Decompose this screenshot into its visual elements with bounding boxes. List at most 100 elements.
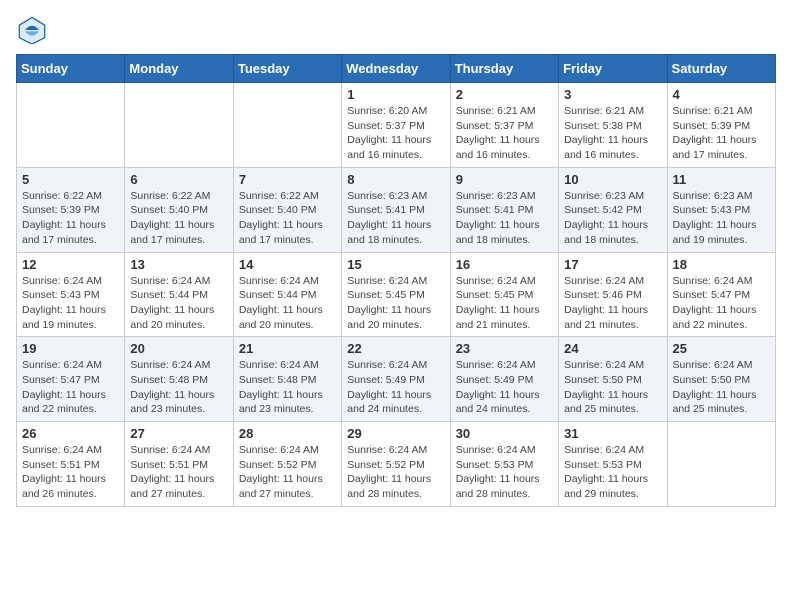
calendar-week-row: 12 Sunrise: 6:24 AM Sunset: 5:43 PM Dayli… <box>17 252 776 337</box>
calendar-day-23: 23 Sunrise: 6:24 AM Sunset: 5:49 PM Dayli… <box>450 337 558 422</box>
calendar-day-26: 26 Sunrise: 6:24 AM Sunset: 5:51 PM Dayli… <box>17 422 125 507</box>
day-info: Sunrise: 6:24 AM Sunset: 5:53 PM Dayligh… <box>456 443 553 502</box>
calendar-day-31: 31Sunrise: 6:24 AM Sunset: 5:53 PM Dayli… <box>559 422 667 507</box>
day-header-tuesday: Tuesday <box>233 55 341 83</box>
day-info: Sunrise: 6:24 AM Sunset: 5:49 PM Dayligh… <box>456 358 553 417</box>
calendar-day-29: 29 Sunrise: 6:24 AM Sunset: 5:52 PM Dayli… <box>342 422 450 507</box>
day-number: 8 <box>347 172 444 187</box>
day-header-thursday: Thursday <box>450 55 558 83</box>
calendar-day-18: 18 Sunrise: 6:24 AM Sunset: 5:47 PM Dayli… <box>667 252 775 337</box>
day-number: 20 <box>130 341 227 356</box>
calendar-table: SundayMondayTuesdayWednesdayThursdayFrid… <box>16 54 776 507</box>
day-header-friday: Friday <box>559 55 667 83</box>
day-info: Sunrise: 6:22 AM Sunset: 5:40 PM Dayligh… <box>239 189 336 248</box>
calendar-day-22: 22 Sunrise: 6:24 AM Sunset: 5:49 PM Dayli… <box>342 337 450 422</box>
day-info: Sunrise: 6:24 AM Sunset: 5:47 PM Dayligh… <box>673 274 770 333</box>
day-number: 23 <box>456 341 553 356</box>
day-number: 21 <box>239 341 336 356</box>
day-number: 6 <box>130 172 227 187</box>
calendar-week-row: 1 Sunrise: 6:20 AM Sunset: 5:37 PM Daylig… <box>17 83 776 168</box>
day-number: 24 <box>564 341 661 356</box>
day-info: Sunrise: 6:22 AM Sunset: 5:39 PM Dayligh… <box>22 189 119 248</box>
calendar-day-24: 24 Sunrise: 6:24 AM Sunset: 5:50 PM Dayli… <box>559 337 667 422</box>
day-info: Sunrise: 6:24 AM Sunset: 5:45 PM Dayligh… <box>456 274 553 333</box>
calendar-empty-cell <box>17 83 125 168</box>
day-info: Sunrise: 6:24 AM Sunset: 5:48 PM Dayligh… <box>130 358 227 417</box>
calendar-day-16: 16 Sunrise: 6:24 AM Sunset: 5:45 PM Dayli… <box>450 252 558 337</box>
calendar-day-20: 20 Sunrise: 6:24 AM Sunset: 5:48 PM Dayli… <box>125 337 233 422</box>
day-header-saturday: Saturday <box>667 55 775 83</box>
day-info: Sunrise: 6:20 AM Sunset: 5:37 PM Dayligh… <box>347 104 444 163</box>
day-number: 29 <box>347 426 444 441</box>
calendar-day-4: 4 Sunrise: 6:21 AM Sunset: 5:39 PM Daylig… <box>667 83 775 168</box>
calendar-day-5: 5 Sunrise: 6:22 AM Sunset: 5:39 PM Daylig… <box>17 167 125 252</box>
logo <box>16 16 48 44</box>
day-number: 13 <box>130 257 227 272</box>
calendar-week-row: 19 Sunrise: 6:24 AM Sunset: 5:47 PM Dayli… <box>17 337 776 422</box>
calendar-day-1: 1 Sunrise: 6:20 AM Sunset: 5:37 PM Daylig… <box>342 83 450 168</box>
day-info: Sunrise: 6:23 AM Sunset: 5:42 PM Dayligh… <box>564 189 661 248</box>
calendar-day-21: 21 Sunrise: 6:24 AM Sunset: 5:48 PM Dayli… <box>233 337 341 422</box>
day-number: 14 <box>239 257 336 272</box>
day-info: Sunrise: 6:23 AM Sunset: 5:43 PM Dayligh… <box>673 189 770 248</box>
calendar-day-27: 27Sunrise: 6:24 AM Sunset: 5:51 PM Dayli… <box>125 422 233 507</box>
calendar-empty-cell <box>125 83 233 168</box>
day-info: Sunrise: 6:24 AM Sunset: 5:49 PM Dayligh… <box>347 358 444 417</box>
day-info: Sunrise: 6:24 AM Sunset: 5:50 PM Dayligh… <box>564 358 661 417</box>
day-number: 16 <box>456 257 553 272</box>
calendar-day-13: 13 Sunrise: 6:24 AM Sunset: 5:44 PM Dayli… <box>125 252 233 337</box>
day-info: Sunrise: 6:24 AM Sunset: 5:44 PM Dayligh… <box>130 274 227 333</box>
calendar-day-12: 12 Sunrise: 6:24 AM Sunset: 5:43 PM Dayli… <box>17 252 125 337</box>
day-info: Sunrise: 6:24 AM Sunset: 5:48 PM Dayligh… <box>239 358 336 417</box>
day-info: Sunrise: 6:24 AM Sunset: 5:46 PM Dayligh… <box>564 274 661 333</box>
day-number: 25 <box>673 341 770 356</box>
day-number: 5 <box>22 172 119 187</box>
calendar-day-6: 6 Sunrise: 6:22 AM Sunset: 5:40 PM Daylig… <box>125 167 233 252</box>
day-number: 2 <box>456 87 553 102</box>
day-number: 15 <box>347 257 444 272</box>
day-info: Sunrise: 6:24 AM Sunset: 5:43 PM Dayligh… <box>22 274 119 333</box>
day-info: Sunrise: 6:24 AM Sunset: 5:51 PM Dayligh… <box>130 443 227 502</box>
calendar-day-11: 11Sunrise: 6:23 AM Sunset: 5:43 PM Dayli… <box>667 167 775 252</box>
day-number: 12 <box>22 257 119 272</box>
day-header-wednesday: Wednesday <box>342 55 450 83</box>
calendar-day-25: 25 Sunrise: 6:24 AM Sunset: 5:50 PM Dayli… <box>667 337 775 422</box>
day-info: Sunrise: 6:24 AM Sunset: 5:44 PM Dayligh… <box>239 274 336 333</box>
day-info: Sunrise: 6:24 AM Sunset: 5:50 PM Dayligh… <box>673 358 770 417</box>
day-number: 7 <box>239 172 336 187</box>
day-number: 3 <box>564 87 661 102</box>
calendar-day-9: 9Sunrise: 6:23 AM Sunset: 5:41 PM Daylig… <box>450 167 558 252</box>
calendar-day-14: 14 Sunrise: 6:24 AM Sunset: 5:44 PM Dayli… <box>233 252 341 337</box>
calendar-day-8: 8 Sunrise: 6:23 AM Sunset: 5:41 PM Daylig… <box>342 167 450 252</box>
calendar-day-17: 17 Sunrise: 6:24 AM Sunset: 5:46 PM Dayli… <box>559 252 667 337</box>
day-number: 18 <box>673 257 770 272</box>
day-info: Sunrise: 6:24 AM Sunset: 5:53 PM Dayligh… <box>564 443 661 502</box>
calendar-day-2: 2Sunrise: 6:21 AM Sunset: 5:37 PM Daylig… <box>450 83 558 168</box>
day-number: 26 <box>22 426 119 441</box>
calendar-day-10: 10Sunrise: 6:23 AM Sunset: 5:42 PM Dayli… <box>559 167 667 252</box>
day-number: 22 <box>347 341 444 356</box>
day-info: Sunrise: 6:21 AM Sunset: 5:39 PM Dayligh… <box>673 104 770 163</box>
day-info: Sunrise: 6:23 AM Sunset: 5:41 PM Dayligh… <box>347 189 444 248</box>
day-info: Sunrise: 6:24 AM Sunset: 5:45 PM Dayligh… <box>347 274 444 333</box>
day-number: 30 <box>456 426 553 441</box>
day-info: Sunrise: 6:24 AM Sunset: 5:47 PM Dayligh… <box>22 358 119 417</box>
day-header-monday: Monday <box>125 55 233 83</box>
day-number: 17 <box>564 257 661 272</box>
day-number: 1 <box>347 87 444 102</box>
calendar-day-28: 28Sunrise: 6:24 AM Sunset: 5:52 PM Dayli… <box>233 422 341 507</box>
day-number: 4 <box>673 87 770 102</box>
calendar-week-row: 5 Sunrise: 6:22 AM Sunset: 5:39 PM Daylig… <box>17 167 776 252</box>
day-number: 28 <box>239 426 336 441</box>
day-info: Sunrise: 6:22 AM Sunset: 5:40 PM Dayligh… <box>130 189 227 248</box>
logo-icon <box>18 16 46 44</box>
day-header-sunday: Sunday <box>17 55 125 83</box>
calendar-empty-cell <box>667 422 775 507</box>
day-info: Sunrise: 6:24 AM Sunset: 5:52 PM Dayligh… <box>347 443 444 502</box>
calendar-day-30: 30 Sunrise: 6:24 AM Sunset: 5:53 PM Dayli… <box>450 422 558 507</box>
calendar-header-row: SundayMondayTuesdayWednesdayThursdayFrid… <box>17 55 776 83</box>
day-info: Sunrise: 6:24 AM Sunset: 5:51 PM Dayligh… <box>22 443 119 502</box>
calendar-empty-cell <box>233 83 341 168</box>
calendar-day-7: 7 Sunrise: 6:22 AM Sunset: 5:40 PM Daylig… <box>233 167 341 252</box>
day-number: 19 <box>22 341 119 356</box>
